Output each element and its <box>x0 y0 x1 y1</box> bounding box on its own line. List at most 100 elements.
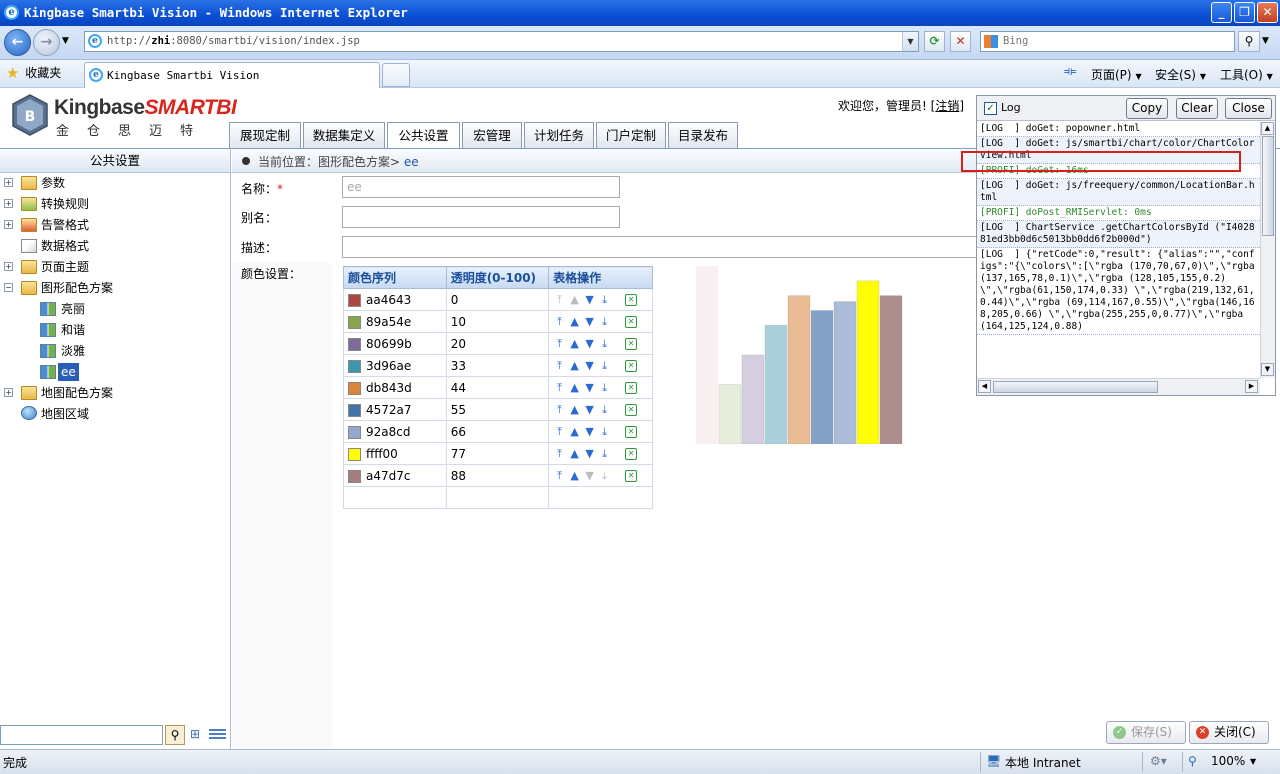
color-cell[interactable]: 92a8cd <box>343 420 447 443</box>
color-cell[interactable]: aa4643 <box>343 288 447 311</box>
tab-portal-custom[interactable]: 门户定制 <box>596 122 666 148</box>
move-up-icon[interactable]: ▲ <box>568 338 581 350</box>
move-bottom-icon[interactable]: ⤓ <box>598 338 611 350</box>
browser-tab-active[interactable]: e Kingbase Smartbi Vision <box>84 62 380 88</box>
logout-link[interactable]: 注销 <box>935 99 959 113</box>
list-view-icon[interactable] <box>209 729 226 741</box>
protected-mode-icon[interactable]: ⚙▾ <box>1150 754 1167 768</box>
color-swatch[interactable] <box>348 359 361 373</box>
scroll-thumb[interactable] <box>1262 136 1274 236</box>
move-up-icon[interactable]: ▲ <box>568 360 581 372</box>
tree-item-harmony[interactable]: 和谐 <box>0 320 230 340</box>
home-icon[interactable]: ⟚ <box>1064 64 1076 79</box>
color-cell[interactable]: 4572a7 <box>343 398 447 421</box>
save-button[interactable]: ✓ 保存(S) <box>1106 721 1186 744</box>
opacity-cell[interactable]: 55 <box>445 398 550 421</box>
opacity-cell[interactable]: 88 <box>445 464 550 487</box>
tree-item-data-format[interactable]: 数据格式 <box>0 236 230 256</box>
opacity-cell[interactable]: 33 <box>445 354 550 377</box>
tab-display-custom[interactable]: 展现定制 <box>229 122 301 148</box>
forward-button[interactable]: → <box>33 29 60 56</box>
tree-item-elegant[interactable]: 淡雅 <box>0 341 230 361</box>
move-top-icon[interactable]: ⤒ <box>553 448 566 460</box>
scroll-thumb[interactable] <box>993 381 1158 393</box>
delete-icon[interactable]: ✕ <box>625 448 638 460</box>
move-top-icon[interactable]: ⤒ <box>553 360 566 372</box>
new-tab-button[interactable] <box>382 63 410 87</box>
empty-cell[interactable] <box>548 486 653 509</box>
log-horizontal-scrollbar[interactable]: ◀ ▶ <box>977 378 1260 395</box>
move-bottom-icon[interactable]: ⤓ <box>598 448 611 460</box>
move-up-icon[interactable]: ▲ <box>568 470 581 482</box>
address-bar[interactable]: e http://zhi:8080/smartbi/vision/index.j… <box>84 31 919 52</box>
close-button[interactable]: ✕ 关闭(C) <box>1189 721 1269 744</box>
color-cell[interactable]: 3d96ae <box>343 354 447 377</box>
refresh-button[interactable]: ⟳ <box>924 31 945 52</box>
color-cell[interactable]: db843d <box>343 376 447 399</box>
move-down-icon[interactable]: ▼ <box>583 404 596 416</box>
move-up-icon[interactable]: ▲ <box>568 382 581 394</box>
move-top-icon[interactable]: ⤒ <box>553 404 566 416</box>
tree-search-input[interactable] <box>0 725 163 745</box>
move-bottom-icon[interactable]: ⤓ <box>598 470 611 482</box>
color-swatch[interactable] <box>348 337 361 351</box>
color-cell[interactable]: 89a54e <box>343 310 447 333</box>
search-options-icon[interactable]: ▼ <box>1262 36 1269 46</box>
scroll-up-icon[interactable]: ▲ <box>1261 122 1274 135</box>
move-down-icon[interactable]: ▼ <box>583 316 596 328</box>
page-menu[interactable]: 页面(P) ▼ <box>1091 66 1142 83</box>
chevron-down-icon[interactable]: ▼ <box>1250 757 1256 766</box>
favorites-button[interactable]: ★ 收藏夹 <box>6 64 61 82</box>
color-swatch[interactable] <box>348 293 361 307</box>
collapse-icon[interactable]: − <box>4 283 13 292</box>
search-go-button[interactable]: ⚲ <box>1238 31 1260 52</box>
move-up-icon[interactable]: ▲ <box>568 316 581 328</box>
tree-item-chart-color-scheme[interactable]: − 图形配色方案 <box>0 278 230 298</box>
move-down-icon[interactable]: ▼ <box>583 470 596 482</box>
delete-icon[interactable]: ✕ <box>625 316 638 328</box>
move-down-icon[interactable]: ▼ <box>583 360 596 372</box>
empty-cell[interactable] <box>445 486 550 509</box>
safety-menu[interactable]: 安全(S) ▼ <box>1155 66 1206 83</box>
move-bottom-icon[interactable]: ⤓ <box>598 404 611 416</box>
table-row[interactable]: aa4643 0 ⤒ ▲ ▼ ⤓ ✕ <box>343 288 653 311</box>
delete-icon[interactable]: ✕ <box>625 470 638 482</box>
opacity-cell[interactable]: 44 <box>445 376 550 399</box>
table-row-empty[interactable] <box>343 486 653 509</box>
tab-dataset-define[interactable]: 数据集定义 <box>303 122 385 148</box>
expand-icon[interactable]: + <box>4 262 13 271</box>
move-top-icon[interactable]: ⤒ <box>553 382 566 394</box>
opacity-cell[interactable]: 66 <box>445 420 550 443</box>
tree-item-convert-rules[interactable]: + 转换规则 <box>0 194 230 214</box>
table-row[interactable]: 89a54e 10 ⤒ ▲ ▼ ⤓ ✕ <box>343 310 653 333</box>
tab-macro-manage[interactable]: 宏管理 <box>462 122 522 148</box>
opacity-cell[interactable]: 77 <box>445 442 550 465</box>
tree-item-map-color-scheme[interactable]: + 地图配色方案 <box>0 383 230 403</box>
opacity-cell[interactable]: 20 <box>445 332 550 355</box>
empty-cell[interactable] <box>343 486 447 509</box>
move-top-icon[interactable]: ⤒ <box>553 316 566 328</box>
move-bottom-icon[interactable]: ⤓ <box>598 382 611 394</box>
tab-common-settings[interactable]: 公共设置 <box>387 122 460 149</box>
history-dropdown-icon[interactable]: ▼ <box>62 36 69 46</box>
tree-item-ee[interactable]: ee <box>0 362 230 382</box>
color-swatch[interactable] <box>348 425 361 439</box>
opacity-cell[interactable]: 0 <box>445 288 550 311</box>
delete-icon[interactable]: ✕ <box>625 426 638 438</box>
move-up-icon[interactable]: ▲ <box>568 404 581 416</box>
log-close-button[interactable]: Close <box>1225 98 1272 119</box>
table-row[interactable]: 92a8cd 66 ⤒ ▲ ▼ ⤓ ✕ <box>343 420 653 443</box>
delete-icon[interactable]: ✕ <box>625 338 638 350</box>
move-bottom-icon[interactable]: ⤓ <box>598 360 611 372</box>
delete-icon[interactable]: ✕ <box>625 360 638 372</box>
zoom-level[interactable]: 100% <box>1211 754 1245 768</box>
move-top-icon[interactable]: ⤒ <box>553 338 566 350</box>
delete-icon[interactable]: ✕ <box>625 294 638 306</box>
table-row[interactable]: 80699b 20 ⤒ ▲ ▼ ⤓ ✕ <box>343 332 653 355</box>
color-cell[interactable]: ffff00 <box>343 442 447 465</box>
tools-menu[interactable]: 工具(O) ▼ <box>1220 66 1273 83</box>
delete-icon[interactable]: ✕ <box>625 382 638 394</box>
color-swatch[interactable] <box>348 447 361 461</box>
move-bottom-icon[interactable]: ⤓ <box>598 294 611 306</box>
tree-search-button[interactable]: ⚲ <box>165 725 185 745</box>
